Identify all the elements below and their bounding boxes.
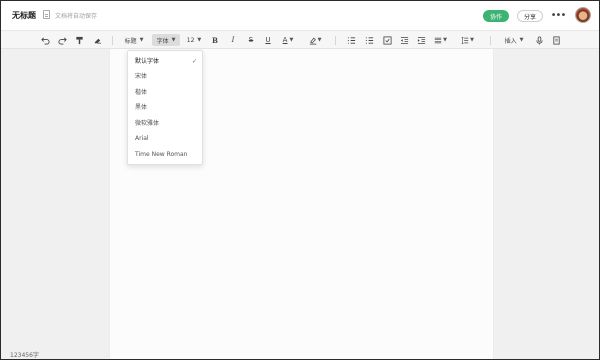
- font-option-yahei[interactable]: 微软雅体: [135, 119, 201, 129]
- editor-toolbar: 标题 ▼ 字体 ▼ 12 ▼ B I S U A ▼ ▼ ▼ ▼ 插入 ▼: [1, 31, 599, 49]
- align-icon[interactable]: ▼: [432, 34, 449, 46]
- document-outline-icon[interactable]: [550, 34, 562, 46]
- document-title[interactable]: 无标题: [12, 10, 36, 21]
- document-icon: [43, 10, 50, 19]
- font-option-label: 黑体: [135, 104, 148, 111]
- font-option-kaiti[interactable]: 楷体: [135, 88, 201, 98]
- font-option-label: 默认字体: [135, 58, 160, 65]
- bold-icon[interactable]: B: [210, 34, 220, 46]
- font-size-label: 12: [186, 36, 195, 44]
- italic-icon[interactable]: I: [228, 34, 238, 46]
- font-option-label: 楷体: [135, 89, 148, 96]
- toolbar-divider: [490, 36, 491, 45]
- font-option-label: 宋体: [135, 73, 148, 80]
- checklist-icon[interactable]: [381, 34, 393, 46]
- redo-icon[interactable]: [56, 34, 68, 46]
- heading-label: 标题: [124, 37, 137, 45]
- chevron-down-icon: ▼: [171, 37, 176, 43]
- avatar[interactable]: [575, 7, 591, 23]
- title-bar: 无标题 文档将自动保存 协作 分享 •••: [1, 1, 599, 31]
- chevron-down-icon: ▼: [519, 37, 524, 43]
- numbered-list-icon[interactable]: [363, 34, 375, 46]
- word-count: 123456字: [10, 352, 39, 359]
- indent-icon[interactable]: [415, 34, 427, 46]
- insert-dropdown[interactable]: 插入 ▼: [501, 34, 527, 46]
- share-button[interactable]: 分享: [517, 10, 543, 22]
- font-option-label: Arial: [135, 135, 149, 142]
- font-option-times[interactable]: Time New Roman: [135, 150, 201, 160]
- more-options-button[interactable]: •••: [550, 9, 567, 21]
- insert-label: 插入: [504, 37, 517, 45]
- format-painter-icon[interactable]: [73, 34, 85, 46]
- line-spacing-icon[interactable]: ▼: [459, 34, 476, 46]
- highlight-icon[interactable]: ▼: [307, 34, 323, 46]
- font-dropdown-menu: 默认字体 ✓ 宋体 楷体 黑体 微软雅体 Arial Time New Roma…: [127, 50, 203, 165]
- font-size-dropdown[interactable]: 12 ▼: [184, 34, 204, 46]
- outdent-icon[interactable]: [398, 34, 410, 46]
- font-label: 字体: [156, 37, 169, 45]
- font-option-arial[interactable]: Arial: [135, 134, 201, 144]
- font-option-label: Time New Roman: [135, 151, 188, 158]
- microphone-icon[interactable]: [533, 34, 545, 46]
- bulleted-list-icon[interactable]: [345, 34, 357, 46]
- font-option-default[interactable]: 默认字体 ✓: [135, 57, 201, 67]
- check-icon: ✓: [191, 58, 197, 65]
- font-option-label: 微软雅体: [135, 120, 160, 127]
- font-option-songti[interactable]: 宋体: [135, 72, 201, 82]
- font-option-heiti[interactable]: 黑体: [135, 103, 201, 113]
- font-dropdown[interactable]: 字体 ▼: [152, 34, 180, 46]
- heading-dropdown[interactable]: 标题 ▼: [121, 34, 147, 46]
- toolbar-divider: [112, 36, 113, 45]
- font-color-icon[interactable]: A ▼: [280, 34, 296, 46]
- save-status: 文档将自动保存: [55, 13, 98, 20]
- underline-icon[interactable]: U: [263, 34, 273, 46]
- undo-icon[interactable]: [39, 34, 51, 46]
- chevron-down-icon: ▼: [139, 37, 144, 43]
- eraser-icon[interactable]: [91, 34, 103, 46]
- chevron-down-icon: ▼: [197, 37, 202, 43]
- collaborate-button[interactable]: 协作: [483, 10, 509, 22]
- strikethrough-icon[interactable]: S: [246, 34, 256, 46]
- toolbar-divider: [335, 36, 336, 45]
